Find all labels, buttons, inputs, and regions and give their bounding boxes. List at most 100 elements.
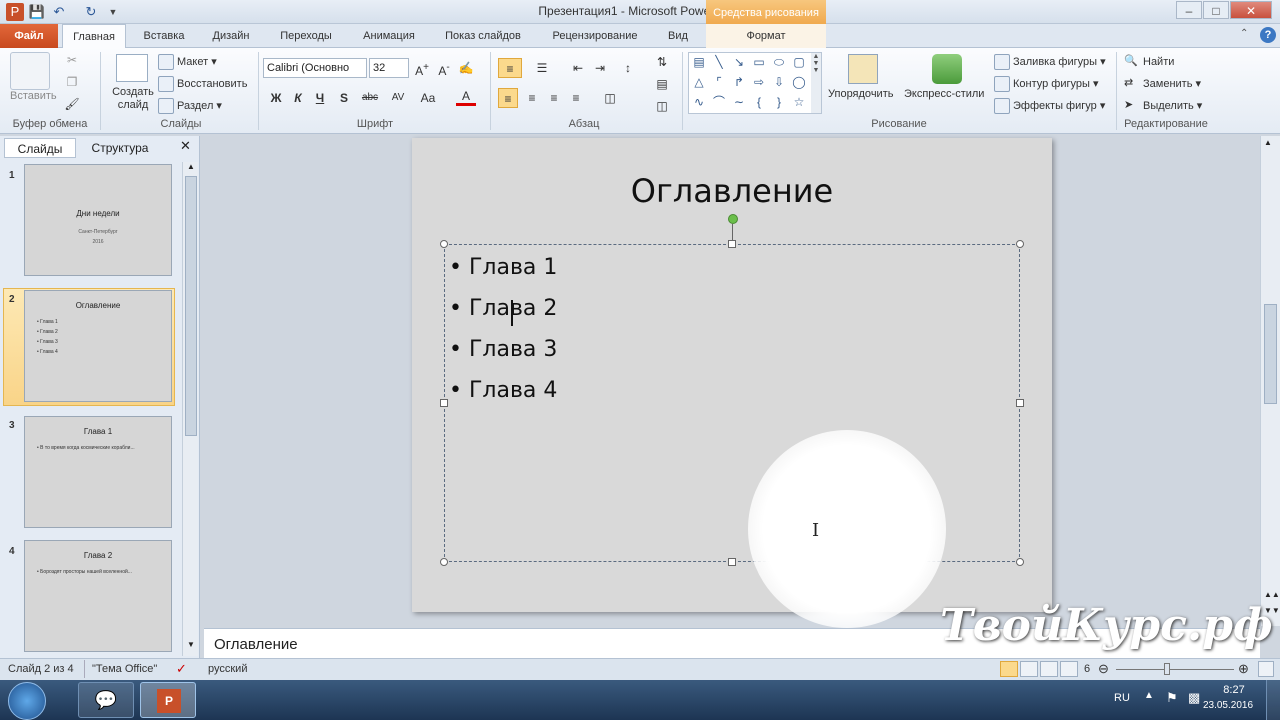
shape-fill-button[interactable]: Заливка фигуры ▾ — [994, 54, 1106, 70]
paste-button[interactable]: Вставить — [10, 90, 57, 102]
curve-shape-icon[interactable]: ∿ — [691, 95, 707, 109]
taskbar-chat-app-icon[interactable]: 💬 — [78, 682, 134, 718]
tab-view[interactable]: Вид — [658, 24, 698, 48]
copy-icon[interactable]: ❐ — [62, 72, 82, 92]
connector-shape-icon[interactable]: ↱ — [731, 75, 747, 89]
arrow-line-shape-icon[interactable]: ↘ — [731, 55, 747, 69]
elbow-connector-shape-icon[interactable]: ⌜ — [711, 75, 727, 89]
italic-button[interactable]: К — [288, 88, 308, 108]
cut-icon[interactable]: ✂ — [62, 50, 82, 70]
input-language[interactable]: RU — [1114, 692, 1130, 704]
slides-pane-scrollbar[interactable]: ▲ ▼ — [182, 162, 198, 656]
freeform-shape-icon[interactable]: ∼ — [731, 95, 747, 109]
change-case-button[interactable]: Aa — [416, 88, 440, 108]
zoom-out-icon[interactable]: ⊖ — [1098, 661, 1109, 677]
tab-home[interactable]: Главная — [62, 24, 126, 49]
right-arrow-shape-icon[interactable]: ⇨ — [751, 75, 767, 89]
resize-handle[interactable] — [1016, 240, 1024, 248]
zoom-slider-thumb[interactable] — [1164, 663, 1170, 675]
arrange-icon[interactable] — [848, 54, 878, 84]
line-shape-icon[interactable]: ╲ — [711, 55, 727, 69]
strikethrough-button[interactable]: abc — [358, 88, 382, 108]
scrollbar-thumb[interactable] — [1264, 304, 1277, 404]
show-desktop-button[interactable] — [1266, 680, 1280, 720]
textbox-shape-icon[interactable]: ▤ — [691, 55, 707, 69]
slide-scrollbar[interactable]: ▲ ▲▲ ▼▼ — [1260, 136, 1280, 626]
new-slide-icon[interactable] — [116, 54, 148, 82]
shrink-font-icon[interactable]: A- — [434, 58, 454, 78]
find-button[interactable]: 🔍 Найти — [1124, 54, 1174, 70]
quick-styles-button[interactable]: Экспресс-стили — [904, 88, 984, 100]
resize-handle[interactable] — [440, 399, 448, 407]
bullets-button[interactable]: ≡ — [498, 58, 522, 78]
spellcheck-icon[interactable]: ✓ — [176, 661, 187, 677]
help-icon[interactable]: ? — [1260, 27, 1276, 43]
smartart-icon[interactable]: ◫ — [652, 96, 672, 116]
paste-icon[interactable] — [10, 52, 50, 90]
scrollbar-thumb[interactable] — [185, 176, 197, 436]
shapes-more-icon[interactable]: ▲ ▼ ▼ — [811, 53, 821, 113]
shape-outline-button[interactable]: Контур фигуры ▾ — [994, 76, 1099, 92]
rounded-rect-shape-icon[interactable]: ▢ — [791, 55, 807, 69]
shapes-gallery[interactable]: ▤ ╲ ↘ ▭ ⬭ ▢ △ ⌜ ↱ ⇨ ⇩ ◯ ∿ ⌒ ∼ { } ☆ ▲ ▼ ▼ — [688, 52, 822, 114]
grow-font-icon[interactable]: A+ — [412, 58, 432, 78]
zoom-in-icon[interactable]: ⊕ — [1238, 661, 1249, 677]
numbering-icon[interactable]: ☰ — [532, 58, 552, 78]
align-right-icon[interactable]: ≡ — [544, 88, 564, 108]
tab-animation[interactable]: Анимация — [352, 24, 426, 48]
clear-format-icon[interactable]: ✍ — [456, 58, 476, 78]
slide-canvas[interactable]: Оглавление • Глава 1 • Глава 2 • Глава 3 • Г… — [412, 138, 1052, 612]
tab-transitions[interactable]: Переходы — [270, 24, 342, 48]
resize-handle[interactable] — [728, 558, 736, 566]
slideshow-icon[interactable] — [1060, 661, 1078, 677]
scroll-up-icon[interactable]: ▲ — [1264, 138, 1272, 147]
quick-styles-icon[interactable] — [932, 54, 962, 84]
tab-file[interactable]: Файл — [0, 24, 58, 48]
justify-icon[interactable]: ≡ — [566, 88, 586, 108]
new-slide-button[interactable]: Создать слайд — [108, 86, 158, 112]
tab-format[interactable]: Формат — [706, 24, 826, 48]
brace-left-shape-icon[interactable]: { — [751, 95, 767, 109]
resize-handle[interactable] — [440, 558, 448, 566]
slide-title[interactable]: Оглавление — [412, 172, 1052, 210]
scroll-down-icon[interactable]: ▼ — [184, 640, 198, 654]
bullet-item[interactable]: • Глава 1 — [449, 255, 557, 280]
tab-outline[interactable]: Структура — [80, 138, 160, 158]
brace-right-shape-icon[interactable]: } — [771, 95, 787, 109]
maximize-button[interactable]: □ — [1203, 1, 1229, 19]
resize-handle[interactable] — [1016, 558, 1024, 566]
down-arrow-shape-icon[interactable]: ⇩ — [771, 75, 787, 89]
tab-insert[interactable]: Вставка — [134, 24, 194, 48]
align-text-icon[interactable]: ▤ — [652, 74, 672, 94]
section-button[interactable]: Раздел ▾ — [158, 98, 222, 114]
underline-button[interactable]: Ч — [310, 88, 330, 108]
bullet-item[interactable]: • Глава 4 — [449, 378, 557, 403]
format-painter-icon[interactable]: 🖌 — [62, 94, 82, 114]
taskbar-powerpoint-icon[interactable]: P — [140, 682, 196, 718]
triangle-shape-icon[interactable]: △ — [691, 75, 707, 89]
slide-thumbnail-1[interactable]: Дни недели Санкт-Петербург 2016 — [24, 164, 172, 276]
decrease-indent-icon[interactable]: ⇤ — [568, 58, 588, 78]
bullet-item[interactable]: • Глава 3 — [449, 337, 557, 362]
zoom-slider[interactable] — [1116, 669, 1234, 670]
replace-button[interactable]: ⇄ Заменить ▾ — [1124, 76, 1201, 92]
close-button[interactable]: ✕ — [1230, 1, 1272, 19]
resize-handle[interactable] — [440, 240, 448, 248]
scroll-up-icon[interactable]: ▲ — [184, 162, 198, 176]
zoom-level[interactable]: 6 — [1084, 663, 1090, 675]
tray-expand-icon[interactable]: ▲ — [1144, 690, 1154, 701]
tab-design[interactable]: Дизайн — [202, 24, 260, 48]
resize-handle[interactable] — [1016, 399, 1024, 407]
font-color-button[interactable]: A — [456, 88, 476, 106]
pane-close-icon[interactable]: ✕ — [180, 138, 191, 154]
callout-shape-icon[interactable]: ◯ — [791, 75, 807, 89]
align-left-button[interactable]: ≡ — [498, 88, 518, 108]
rotate-handle[interactable] — [728, 214, 738, 224]
select-button[interactable]: ➤ Выделить ▾ — [1124, 98, 1202, 114]
shape-effects-button[interactable]: Эффекты фигур ▾ — [994, 98, 1105, 114]
char-spacing-button[interactable]: AV — [386, 88, 410, 108]
slide-thumbnail-3[interactable]: Глава 1 • В то время когда космические к… — [24, 416, 172, 528]
arrange-button[interactable]: Упорядочить — [828, 88, 893, 100]
action-center-flag-icon[interactable]: ⚑ — [1166, 690, 1178, 706]
reset-button[interactable]: Восстановить — [158, 76, 247, 92]
